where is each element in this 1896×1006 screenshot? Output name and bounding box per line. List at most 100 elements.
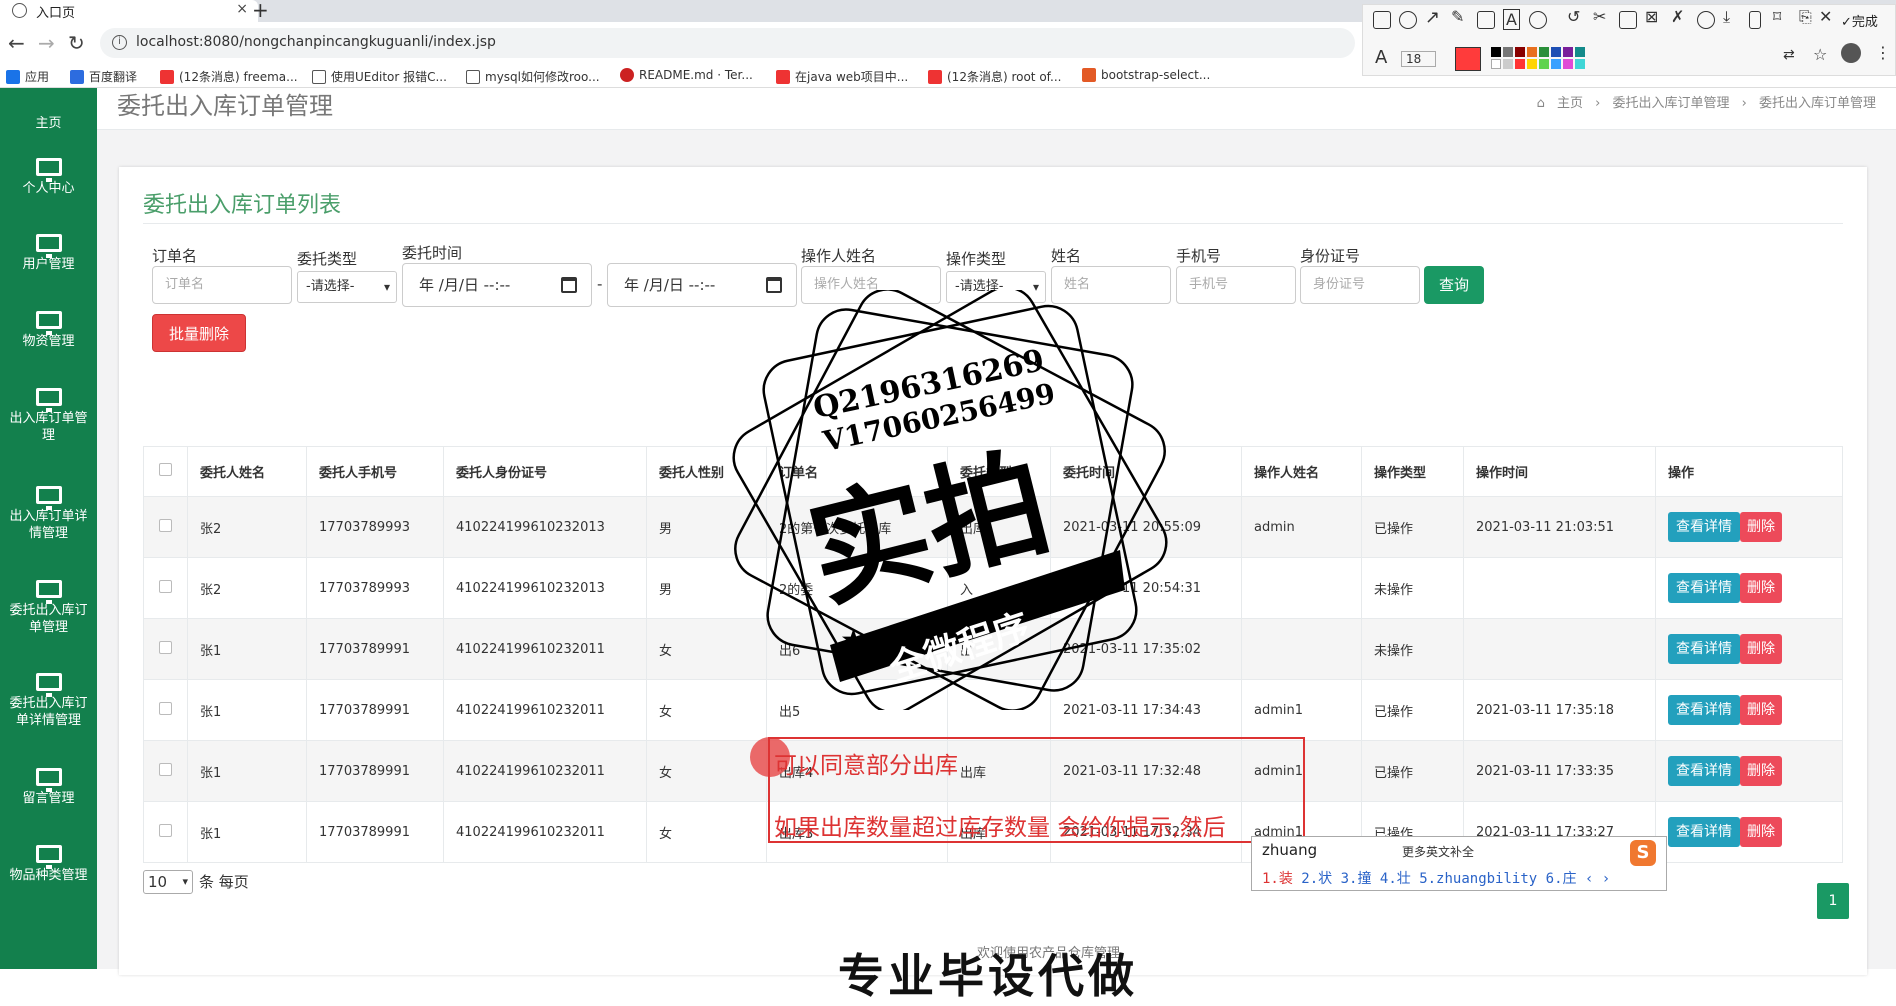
select-all-checkbox[interactable] [159,463,172,476]
color-swatch[interactable] [1575,59,1585,69]
forward-arrow-icon[interactable]: → [38,31,55,55]
color-swatch[interactable] [1491,47,1501,57]
phone-icon[interactable] [1749,11,1761,29]
current-color-swatch[interactable] [1455,47,1481,71]
entrust-type-select[interactable]: -请选择- [297,271,397,303]
copy-icon[interactable] [1619,11,1637,29]
color-swatch[interactable] [1503,59,1513,69]
pen-tool-icon[interactable]: ✎ [1451,7,1464,26]
record-icon[interactable] [1697,11,1715,29]
delete-button[interactable]: 删除 [1740,817,1782,847]
text-tool-icon[interactable]: A [1503,9,1520,30]
ime-candidate[interactable]: 6.庄 [1546,871,1577,887]
column-header[interactable]: 操作时间 [1463,446,1656,497]
close-icon[interactable]: ✕ [1819,7,1832,26]
sidebar-item-categories[interactable]: 物品种类管理 [0,845,97,884]
sidebar-item-entrust-order-details[interactable]: 委托出入库订单详情管理 [0,673,97,729]
ime-candidate[interactable]: 5.zhuangbility [1419,871,1537,887]
ime-page-nav[interactable]: ‹ › [1585,871,1610,887]
entrust-time-start-input[interactable]: 年 /月/日 --:-- [402,263,592,307]
undo-icon[interactable]: ↺ [1567,7,1580,26]
row-checkbox[interactable] [159,762,172,776]
bookmark-item[interactable]: (12条消息) root of... [928,68,1061,85]
mosaic-tool-icon[interactable] [1477,11,1495,29]
page-size-select[interactable]: 10 [143,870,193,894]
phone-input[interactable]: 手机号 [1176,266,1296,304]
bookmark-item[interactable]: bootstrap-select... [1082,68,1210,82]
column-header[interactable]: 委托人姓名 [187,446,307,497]
share-icon[interactable]: ⎘ [1799,7,1812,27]
tab-close-icon[interactable]: × [236,1,248,17]
sidebar-item-users[interactable]: 用户管理 [0,234,97,273]
font-size-select[interactable]: 18 [1401,51,1437,67]
ime-candidate[interactable]: 1.装 [1262,871,1293,887]
ime-candidate[interactable]: 2.状 [1301,871,1332,887]
column-header[interactable]: 委托人手机号 [306,446,444,497]
color-swatch[interactable] [1551,59,1561,69]
scan-icon[interactable]: ⊠ [1645,7,1658,26]
row-checkbox[interactable] [159,640,172,654]
bookmark-item[interactable]: README.md · Ter... [620,68,753,82]
new-tab-button[interactable]: + [252,0,269,22]
view-detail-button[interactable]: 查看详情 [1668,695,1740,725]
sidebar-item-entrust-orders[interactable]: 委托出入库订单管理 [0,580,97,636]
bookmark-item[interactable]: (12条消息) freema... [160,68,298,85]
color-swatch[interactable] [1515,59,1525,69]
color-swatch[interactable] [1563,59,1573,69]
sidebar-item-io-order-details[interactable]: 出入库订单详情管理 [0,486,97,542]
star-icon[interactable]: ☆ [1813,45,1827,64]
number-tool-icon[interactable] [1529,11,1547,29]
back-arrow-icon[interactable]: ← [8,31,25,55]
column-header[interactable]: 委托人身份证号 [443,446,647,497]
settings-icon[interactable]: ✂ [1593,7,1606,26]
breadcrumb-item[interactable]: 委托出入库订单管理 [1612,96,1729,111]
color-swatch[interactable] [1539,47,1549,57]
breadcrumb-home[interactable]: 主页 [1557,96,1583,111]
ellipse-tool-icon[interactable] [1399,11,1417,29]
ime-more-completions[interactable]: 更多英文补全 [1402,843,1474,860]
info-icon[interactable]: i [112,35,127,50]
view-detail-button[interactable]: 查看详情 [1668,512,1740,542]
more-menu-icon[interactable]: ⋮ [1875,43,1891,62]
color-swatch[interactable] [1539,59,1549,69]
bookmark-item[interactable]: mysql如何修改roo... [466,68,600,85]
delete-button[interactable]: 删除 [1740,756,1782,786]
view-detail-button[interactable]: 查看详情 [1668,573,1740,603]
pin-icon[interactable]: ✗ [1671,7,1684,26]
color-swatch[interactable] [1503,47,1513,57]
page-number-current[interactable]: 1 [1817,883,1849,919]
id-card-input[interactable]: 身份证号 [1300,266,1420,304]
sidebar-item-home[interactable]: 主页 [0,88,97,132]
view-detail-button[interactable]: 查看详情 [1668,817,1740,847]
delete-button[interactable]: 删除 [1740,634,1782,664]
query-button[interactable]: 查询 [1424,266,1484,304]
color-swatch[interactable] [1527,59,1537,69]
done-button[interactable]: ✓完成 [1841,11,1878,30]
batch-delete-button[interactable]: 批量删除 [152,314,246,352]
row-checkbox[interactable] [159,518,172,532]
delete-button[interactable]: 删除 [1740,512,1782,542]
bookmark-item[interactable]: 在java web项目中... [776,68,908,85]
browser-tab[interactable]: 入口页 × [0,0,258,22]
view-detail-button[interactable]: 查看详情 [1668,634,1740,664]
bookmark-item[interactable]: 百度翻译 [70,68,137,85]
column-header[interactable]: 操作人姓名 [1241,446,1362,497]
color-swatch[interactable] [1563,47,1573,57]
bookmark-icon[interactable]: ⌑ [1773,7,1781,26]
sidebar-item-io-orders[interactable]: 出入库订单管理 [0,388,97,444]
rectangle-tool-icon[interactable] [1373,11,1391,29]
color-swatch[interactable] [1575,47,1585,57]
row-checkbox[interactable] [159,823,172,837]
view-detail-button[interactable]: 查看详情 [1668,756,1740,786]
row-checkbox[interactable] [159,701,172,715]
avatar[interactable] [1841,43,1861,63]
color-swatch[interactable] [1515,47,1525,57]
color-swatch[interactable] [1491,59,1501,69]
color-swatch[interactable] [1551,47,1561,57]
bookmark-item[interactable]: 使用UEditor 报错C... [312,68,447,85]
ime-candidate[interactable]: 4.壮 [1380,871,1411,887]
sidebar-item-messages[interactable]: 留言管理 [0,768,97,807]
ime-candidate[interactable]: 3.撞 [1341,871,1372,887]
download-icon[interactable]: ⤓ [1723,7,1730,27]
sidebar-item-materials[interactable]: 物资管理 [0,311,97,350]
